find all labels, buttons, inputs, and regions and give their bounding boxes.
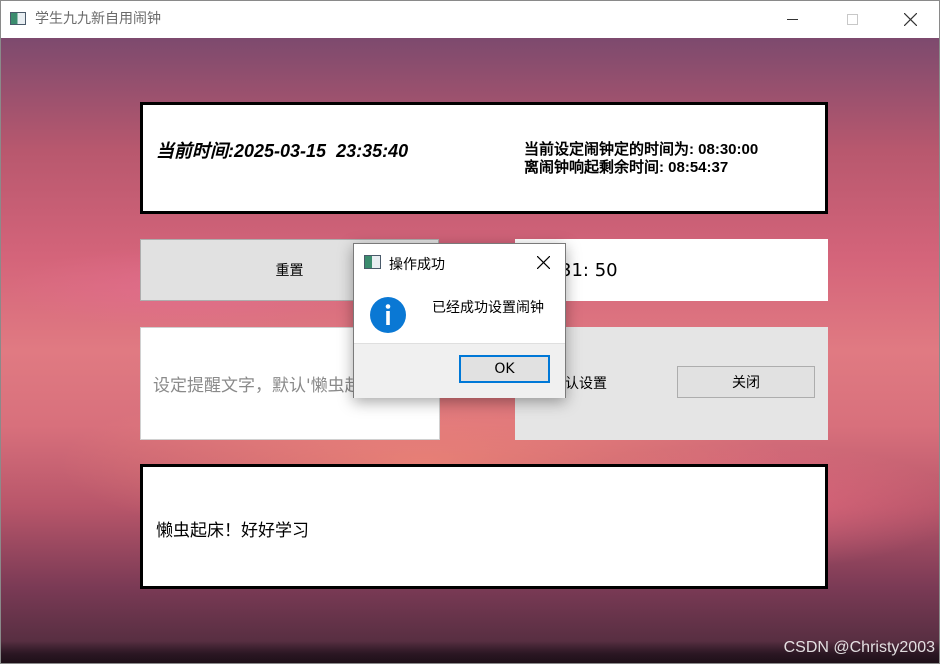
window-title: 学生九九新自用闹钟: [35, 11, 161, 27]
close-icon: [536, 255, 550, 269]
minimize-button[interactable]: [769, 1, 815, 38]
close-button[interactable]: 关闭: [677, 366, 815, 398]
close-icon: [903, 13, 917, 26]
ok-button[interactable]: OK: [459, 355, 550, 383]
alarm-time-label: 当前设定闹钟定的时间为: 08:30:00: [524, 141, 759, 158]
maximize-button[interactable]: [829, 1, 875, 38]
info-icon: [370, 297, 406, 333]
reminder-message-panel: 懒虫起床！好好学习: [140, 464, 828, 589]
alarm-info: 当前设定闹钟定的时间为: 08:30:00 离闹钟响起剩余时间: 08:54:37: [524, 141, 758, 177]
reminder-message: 懒虫起床！好好学习: [156, 521, 309, 541]
minimize-icon: [786, 19, 798, 20]
current-time-label: 当前时间:2025-03-15 23:35:40: [156, 141, 409, 161]
dialog-footer: OK: [354, 343, 565, 398]
close-window-button[interactable]: [887, 1, 933, 38]
time-display-panel: 当前时间:2025-03-15 23:35:40 当前设定闹钟定的时间为: 08…: [140, 102, 828, 214]
remaining-time-label: 离闹钟响起剩余时间: 08:54:37: [524, 159, 729, 176]
app-window: 学生九九新自用闹钟 当前时间:2025-03-15 23:35:40 当前设定闹…: [0, 0, 940, 664]
watermark: CSDN @Christy2003: [783, 639, 935, 656]
title-bar: 学生九九新自用闹钟: [1, 1, 939, 38]
dialog-title: 操作成功: [389, 257, 445, 273]
app-icon: [10, 12, 26, 25]
dialog-close-button[interactable]: [530, 250, 556, 274]
dialog-app-icon: [364, 255, 381, 269]
dialog-message: 已经成功设置闹钟: [432, 300, 544, 316]
success-dialog: 操作成功 已经成功设置闹钟 OK: [353, 243, 566, 398]
maximize-icon: [846, 14, 858, 25]
